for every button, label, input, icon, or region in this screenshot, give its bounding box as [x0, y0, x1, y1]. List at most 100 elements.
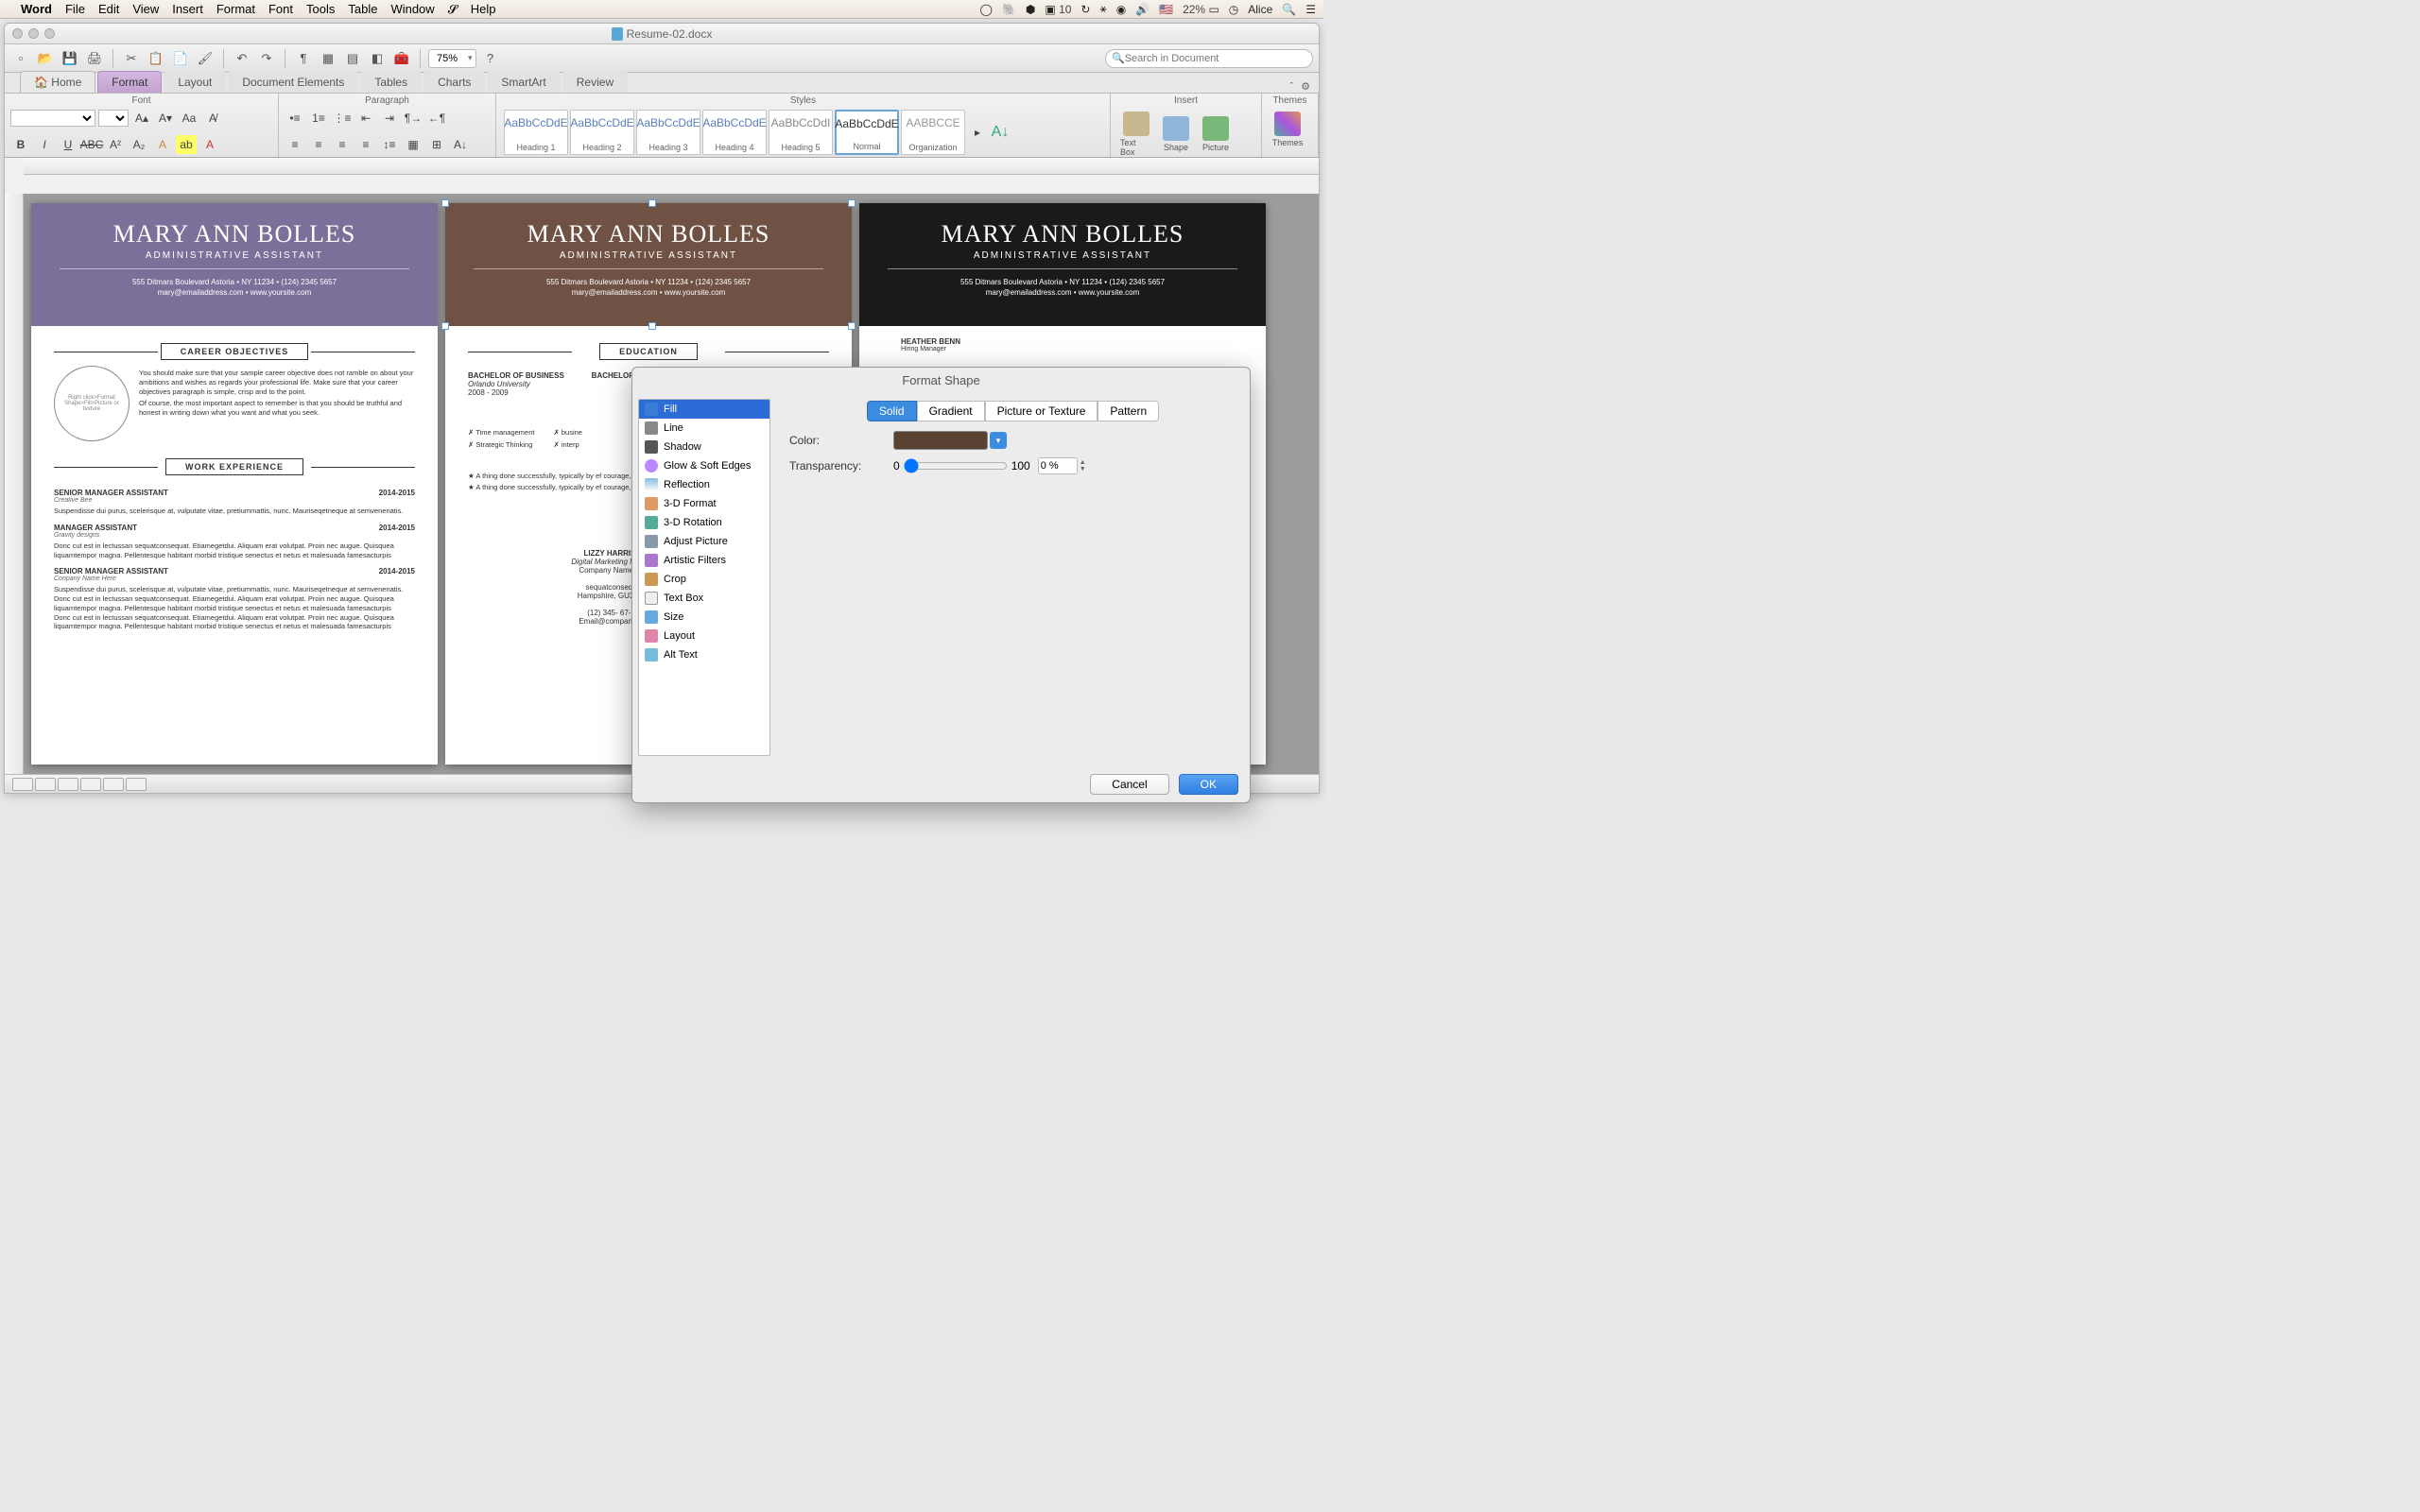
subscript-button[interactable]: A₂: [129, 135, 149, 154]
style-heading3[interactable]: AaBbCcDdEHeading 3: [636, 110, 700, 155]
sidebar-item-artistic-filters[interactable]: Artistic Filters: [639, 551, 769, 570]
menu-format[interactable]: Format: [216, 2, 255, 16]
redo-icon[interactable]: ↷: [256, 48, 277, 69]
transparency-slider[interactable]: [904, 458, 1008, 473]
format-painter-icon[interactable]: 🖌: [195, 48, 216, 69]
style-heading5[interactable]: AaBbCcDdIHeading 5: [769, 110, 833, 155]
zoom-control[interactable]: ▾: [428, 49, 476, 68]
justify-icon[interactable]: ≡: [355, 135, 376, 154]
status-icon[interactable]: ◯: [980, 3, 993, 16]
italic-button[interactable]: I: [34, 135, 55, 154]
menu-window[interactable]: Window: [390, 2, 434, 16]
tab-review[interactable]: Review: [562, 71, 628, 93]
rtl-icon[interactable]: ←¶: [426, 109, 447, 128]
cancel-button[interactable]: Cancel: [1090, 774, 1168, 795]
flag-icon[interactable]: 🇺🇸: [1159, 3, 1173, 16]
evernote-icon[interactable]: 🐘: [1002, 3, 1016, 16]
grow-font-icon[interactable]: A▴: [131, 109, 152, 128]
borders-icon[interactable]: ⊞: [426, 135, 447, 154]
style-normal[interactable]: AaBbCcDdENormal: [835, 110, 899, 155]
style-heading2[interactable]: AaBbCcDdEHeading 2: [570, 110, 634, 155]
view-outline-icon[interactable]: [35, 778, 56, 791]
sidebar-item-3d-format[interactable]: 3-D Format: [639, 494, 769, 513]
numbering-icon[interactable]: 1≡: [308, 109, 329, 128]
gallery-icon[interactable]: ▤: [342, 48, 363, 69]
nav-icon[interactable]: ▦: [318, 48, 338, 69]
battery-status[interactable]: 22% ▭: [1183, 3, 1219, 16]
tab-smartart[interactable]: SmartArt: [487, 71, 560, 93]
menu-file[interactable]: File: [65, 2, 85, 16]
view-print-icon[interactable]: [12, 778, 33, 791]
new-icon[interactable]: ▫: [10, 48, 31, 69]
insert-picture[interactable]: Picture: [1200, 116, 1232, 152]
vertical-ruler[interactable]: [5, 194, 24, 774]
tab-gradient[interactable]: Gradient: [917, 401, 985, 421]
ltr-icon[interactable]: ¶→: [403, 109, 424, 128]
undo-icon[interactable]: ↶: [232, 48, 252, 69]
menu-table[interactable]: Table: [348, 2, 377, 16]
color-dropdown-button[interactable]: ▾: [990, 432, 1007, 449]
page-1[interactable]: MARY ANN BOLLES ADMINISTRATIVE ASSISTANT…: [31, 203, 438, 765]
print-icon[interactable]: 🖨: [84, 48, 105, 69]
sidebar-item-size[interactable]: Size: [639, 608, 769, 627]
spotlight-icon[interactable]: 🔍: [1282, 3, 1296, 16]
menu-help[interactable]: Help: [471, 2, 496, 16]
search-input[interactable]: [1125, 53, 1306, 64]
style-organization[interactable]: AABBCCEOrganization: [901, 110, 965, 155]
view-draft-icon[interactable]: [126, 778, 147, 791]
sidebar-item-crop[interactable]: Crop: [639, 570, 769, 589]
highlight-icon[interactable]: ab: [176, 135, 197, 154]
notifications-icon[interactable]: ☰: [1305, 3, 1316, 16]
tab-pattern[interactable]: Pattern: [1098, 401, 1159, 421]
decrease-indent-icon[interactable]: ⇤: [355, 109, 376, 128]
sidebar-item-line[interactable]: Line: [639, 419, 769, 438]
sidebar-item-shadow[interactable]: Shadow: [639, 438, 769, 456]
user-name[interactable]: Alice: [1248, 3, 1272, 16]
menu-edit[interactable]: Edit: [98, 2, 119, 16]
collapse-ribbon-icon[interactable]: ˆ: [1287, 81, 1296, 93]
copy-icon[interactable]: 📋: [146, 48, 166, 69]
save-icon[interactable]: 💾: [60, 48, 80, 69]
bluetooth-icon[interactable]: ⚹: [1099, 2, 1106, 16]
sidebar-item-layout[interactable]: Layout: [639, 627, 769, 645]
view-notebook-icon[interactable]: [80, 778, 101, 791]
styles-pane-icon[interactable]: A↓: [990, 123, 1011, 142]
sidebar-item-glow[interactable]: Glow & Soft Edges: [639, 456, 769, 475]
style-heading1[interactable]: AaBbCcDdEHeading 1: [504, 110, 568, 155]
change-case-icon[interactable]: Aa: [179, 109, 199, 128]
menu-script-icon[interactable]: 𝓢: [448, 2, 458, 17]
menu-app[interactable]: Word: [21, 2, 52, 16]
font-family-select[interactable]: [10, 110, 95, 127]
underline-button[interactable]: U: [58, 135, 78, 154]
tab-document-elements[interactable]: Document Elements: [228, 71, 358, 93]
window-controls[interactable]: [12, 28, 55, 39]
insert-shape[interactable]: Shape: [1160, 116, 1192, 152]
page2-header-selected-shape[interactable]: MARY ANN BOLLES ADMINISTRATIVE ASSISTANT…: [445, 203, 852, 326]
tab-picture-texture[interactable]: Picture or Texture: [985, 401, 1098, 421]
font-color-icon[interactable]: A: [199, 135, 220, 154]
toolbox-icon[interactable]: 🧰: [391, 48, 412, 69]
bullets-icon[interactable]: •≡: [285, 109, 305, 128]
sidebar-item-adjust-picture[interactable]: Adjust Picture: [639, 532, 769, 551]
photo-placeholder[interactable]: Right click>Format Shape>Fill>Picture or…: [54, 366, 130, 441]
adobe-icon[interactable]: ▣ 10: [1045, 3, 1071, 16]
wifi-icon[interactable]: ◉: [1116, 3, 1126, 16]
font-size-select[interactable]: [98, 110, 129, 127]
shading-icon[interactable]: ▦: [403, 135, 424, 154]
align-right-icon[interactable]: ≡: [332, 135, 353, 154]
line-spacing-icon[interactable]: ↕≡: [379, 135, 400, 154]
view-publishing-icon[interactable]: [58, 778, 78, 791]
clock-icon[interactable]: ◷: [1229, 3, 1238, 16]
sidebar-item-3d-rotation[interactable]: 3-D Rotation: [639, 513, 769, 532]
sidebar-icon[interactable]: ◧: [367, 48, 388, 69]
bold-button[interactable]: B: [10, 135, 31, 154]
sidebar-item-textbox[interactable]: Text Box: [639, 589, 769, 608]
text-effects-icon[interactable]: A: [152, 135, 173, 154]
themes-button[interactable]: Themes: [1271, 112, 1304, 147]
tab-layout[interactable]: Layout: [164, 71, 226, 93]
align-left-icon[interactable]: ≡: [285, 135, 305, 154]
sort-icon[interactable]: A↓: [450, 135, 471, 154]
color-well[interactable]: [893, 431, 988, 450]
insert-textbox[interactable]: Text Box: [1120, 112, 1152, 157]
trans-stepper-down[interactable]: ▼: [1080, 466, 1086, 472]
